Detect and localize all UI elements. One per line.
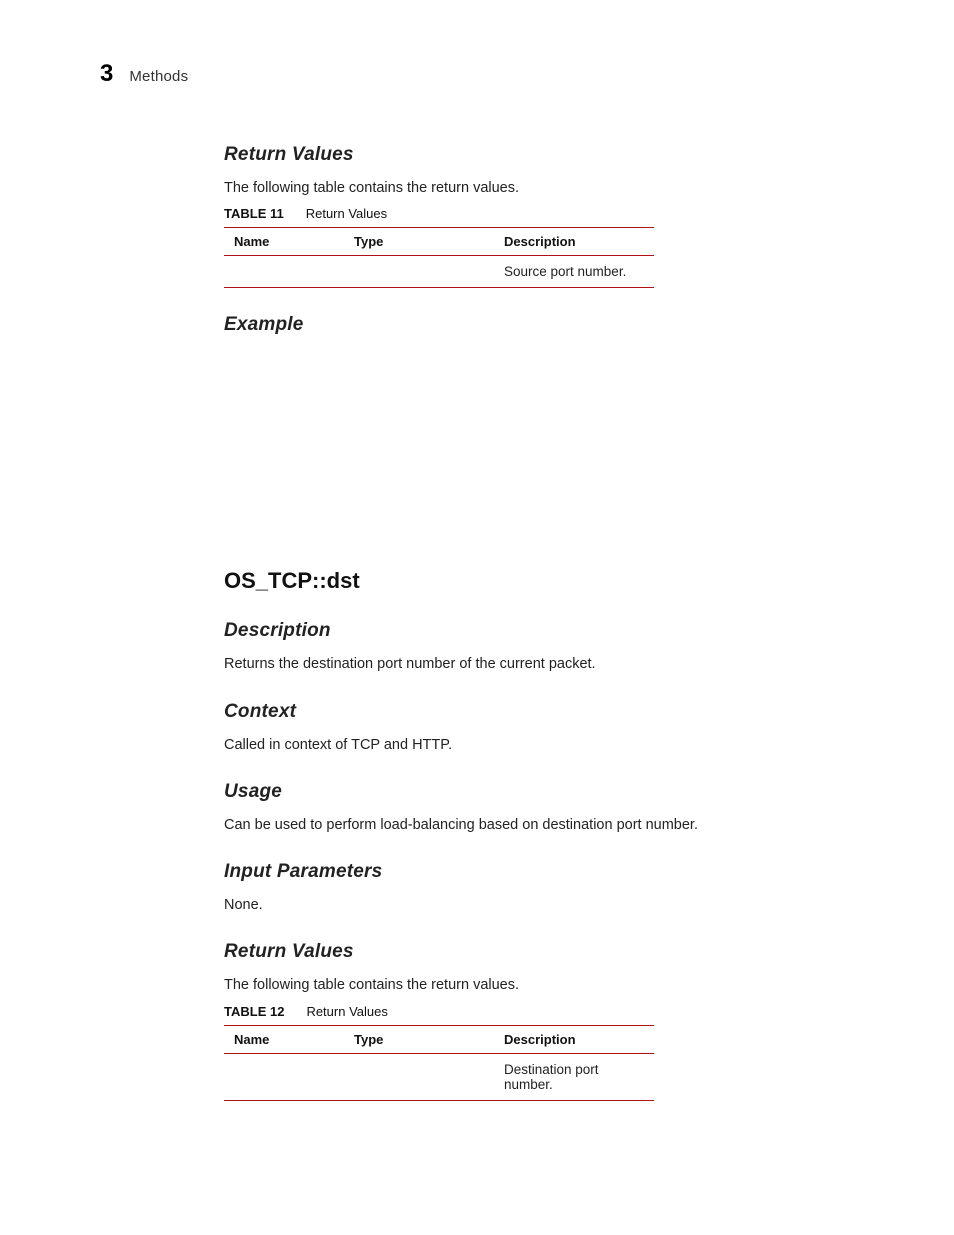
return-values-intro-2: The following table contains the return … <box>224 975 794 995</box>
content-area: Return Values The following table contai… <box>224 144 794 1101</box>
header-section-title: Methods <box>129 68 188 85</box>
td-name <box>224 1053 344 1100</box>
spacer <box>224 348 794 568</box>
heading-return-values-1: Return Values <box>224 144 794 166</box>
chapter-number: 3 <box>100 60 113 88</box>
heading-usage: Usage <box>224 781 794 803</box>
return-values-intro-1: The following table contains the return … <box>224 178 794 198</box>
table-row: Destination port number. <box>224 1053 654 1100</box>
table-11-caption-text: Return Values <box>306 206 387 221</box>
td-description: Source port number. <box>494 256 654 288</box>
table-header-row: Name Type Description <box>224 1025 654 1053</box>
td-description: Destination port number. <box>494 1053 654 1100</box>
table-row: Source port number. <box>224 256 654 288</box>
table-12-caption-text: Return Values <box>306 1004 387 1019</box>
table-12: Name Type Description Destination port n… <box>224 1025 654 1101</box>
input-params-text: None. <box>224 895 794 915</box>
table-12-label: TABLE 12 <box>224 1004 284 1019</box>
table-11-label: TABLE 11 <box>224 206 284 221</box>
page-container: 3 Methods Return Values The following ta… <box>0 0 954 1161</box>
td-type <box>344 256 494 288</box>
heading-return-values-2: Return Values <box>224 941 794 963</box>
th-type: Type <box>344 228 494 256</box>
table-11-caption: TABLE 11 Return Values <box>224 206 794 221</box>
th-description: Description <box>494 1025 654 1053</box>
heading-example: Example <box>224 314 794 336</box>
table-header-row: Name Type Description <box>224 228 654 256</box>
description-text: Returns the destination port number of t… <box>224 654 794 674</box>
table-11: Name Type Description Source port number… <box>224 227 654 288</box>
heading-os-tcp-dst: OS_TCP::dst <box>224 568 794 594</box>
th-name: Name <box>224 1025 344 1053</box>
th-description: Description <box>494 228 654 256</box>
heading-input-parameters: Input Parameters <box>224 861 794 883</box>
heading-context: Context <box>224 701 794 723</box>
page-header: 3 Methods <box>100 60 854 88</box>
td-type <box>344 1053 494 1100</box>
usage-text: Can be used to perform load-balancing ba… <box>224 815 794 835</box>
context-text: Called in context of TCP and HTTP. <box>224 735 794 755</box>
th-name: Name <box>224 228 344 256</box>
td-name <box>224 256 344 288</box>
th-type: Type <box>344 1025 494 1053</box>
table-12-caption: TABLE 12 Return Values <box>224 1004 794 1019</box>
heading-description: Description <box>224 620 794 642</box>
